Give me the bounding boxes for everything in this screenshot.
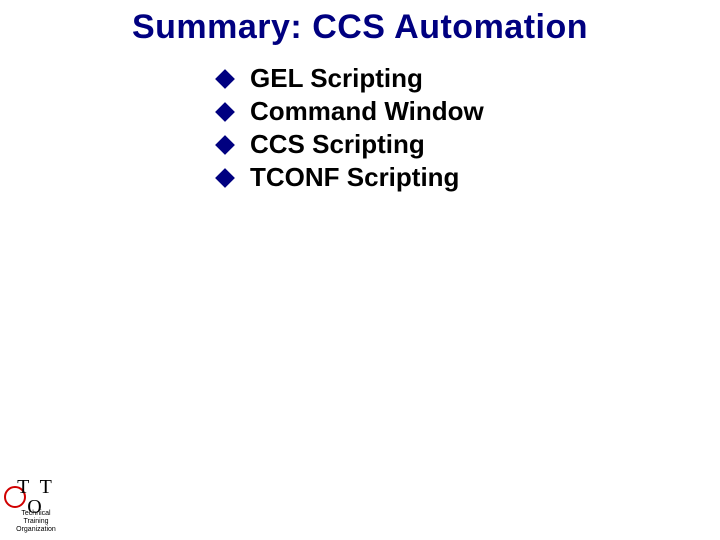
logo-acronym: T T O: [6, 477, 66, 517]
list-item: Command Window: [218, 95, 484, 128]
list-item: TCONF Scripting: [218, 161, 484, 194]
slide: Summary: CCS Automation GEL Scripting Co…: [0, 0, 720, 540]
tto-logo: T T O Technical Training Organization: [6, 484, 66, 534]
bullet-text: TCONF Scripting: [250, 162, 459, 193]
logo-mark: T T O: [6, 484, 66, 510]
logo-sub-line: Training: [6, 518, 66, 526]
bullet-icon: [215, 69, 235, 89]
bullet-icon: [215, 102, 235, 122]
bullet-text: Command Window: [250, 96, 484, 127]
logo-sub-line: Organization: [6, 526, 66, 534]
list-item: GEL Scripting: [218, 62, 484, 95]
list-item: CCS Scripting: [218, 128, 484, 161]
bullet-text: GEL Scripting: [250, 63, 423, 94]
bullet-icon: [215, 135, 235, 155]
bullet-list: GEL Scripting Command Window CCS Scripti…: [218, 62, 484, 194]
bullet-icon: [215, 168, 235, 188]
slide-title: Summary: CCS Automation: [0, 8, 720, 47]
bullet-text: CCS Scripting: [250, 129, 425, 160]
